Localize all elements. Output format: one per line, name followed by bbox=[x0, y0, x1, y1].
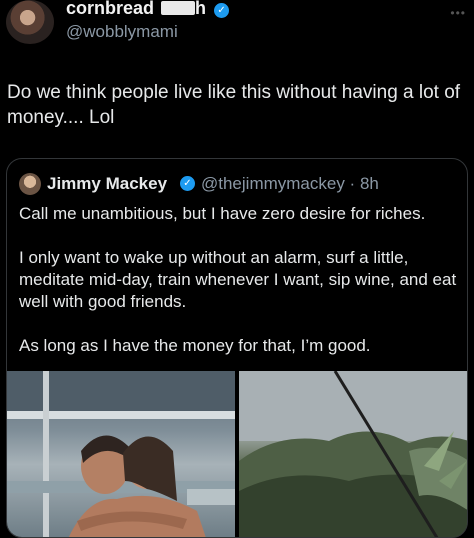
quoted-tweet-text: Call me unambitious, but I have zero des… bbox=[19, 203, 459, 379]
name-redaction bbox=[161, 1, 196, 15]
media-photo-couple[interactable] bbox=[7, 371, 235, 537]
author-display-name[interactable]: cornbread h ✓ bbox=[66, 0, 230, 19]
author-name-end: h bbox=[195, 0, 207, 18]
quoted-paragraph: Call me unambitious, but I have zero des… bbox=[19, 204, 426, 223]
more-dots-icon[interactable]: ••• bbox=[450, 6, 466, 20]
author-name-start: cornbread bbox=[66, 0, 155, 18]
verified-badge-icon: ✓ bbox=[214, 3, 230, 18]
quoted-author-name[interactable]: Jimmy Mackey bbox=[47, 174, 167, 194]
quoted-paragraph: As long as I have the money for that, I’… bbox=[19, 336, 371, 355]
verified-badge-icon: ✓ bbox=[180, 176, 195, 191]
author-handle[interactable]: @wobblymami bbox=[66, 22, 178, 42]
quoted-author-avatar[interactable] bbox=[19, 173, 41, 195]
photo-couple-graphic bbox=[7, 371, 235, 537]
media-photo-jungle[interactable] bbox=[239, 371, 467, 537]
author-avatar[interactable] bbox=[6, 0, 54, 44]
quoted-tweet-card[interactable]: Jimmy Mackey ✓ @thejimmymackey · 8h Call… bbox=[6, 158, 468, 538]
tweet-text: Do we think people live like this withou… bbox=[7, 82, 461, 128]
quoted-paragraph: I only want to wake up without an alarm,… bbox=[19, 248, 457, 311]
tweet-header: cornbread h ✓ @wobblymami ••• bbox=[0, 0, 474, 60]
photo-jungle-graphic bbox=[239, 371, 467, 537]
quoted-handle-time[interactable]: @thejimmymackey · 8h bbox=[201, 174, 379, 194]
